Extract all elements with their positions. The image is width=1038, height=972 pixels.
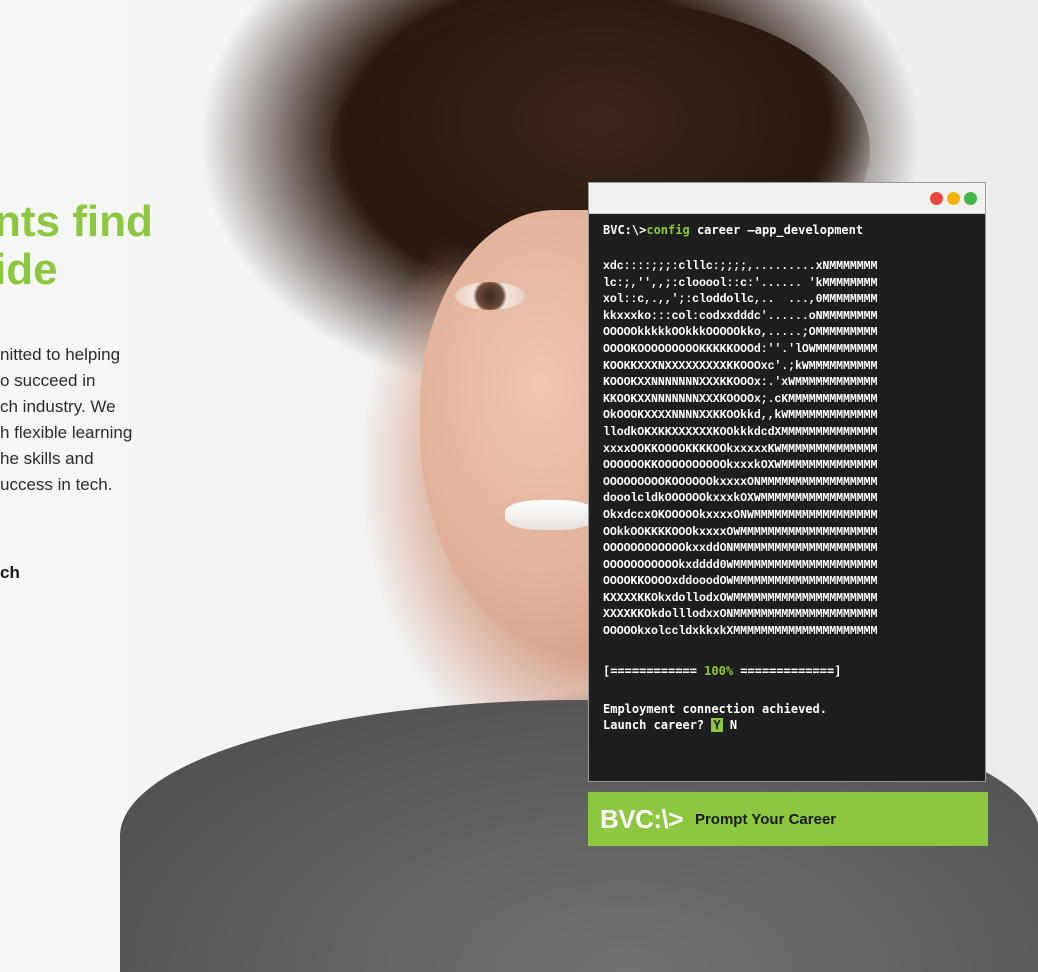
terminal-message: Employment connection achieved. — [603, 701, 827, 716]
ascii-art: xdc::::;;;:clllc:;;;;,.........xNMMMMMMM… — [603, 260, 878, 639]
hero-photo-smile — [505, 500, 595, 530]
prompt-career-banner[interactable]: BVC:\> Prompt Your Career — [588, 792, 988, 846]
prompt-args: career –app_development — [689, 223, 864, 237]
minimize-dot-icon — [947, 192, 960, 205]
bvc-logo: BVC:\> — [600, 803, 683, 834]
progress-percent: 100% — [704, 663, 734, 678]
terminal-title-bar — [589, 183, 985, 214]
progress-left: [============ — [603, 663, 705, 678]
launch-question-text: Launch career? — [603, 717, 712, 732]
progress-right: =============] — [733, 663, 842, 678]
terminal-prompt: BVC:\>config career –app_development — [603, 222, 975, 238]
hero-photo-eye — [455, 282, 525, 310]
prompt-command: config — [646, 223, 690, 237]
hero-title-line-2: ide — [0, 245, 58, 294]
banner-text: Prompt Your Career — [694, 810, 837, 828]
terminal-body: BVC:\>config career –app_development xdc… — [589, 214, 985, 733]
close-dot-icon — [930, 192, 943, 205]
hero-link[interactable]: ch — [0, 563, 20, 583]
launch-question: Launch career? Y N — [603, 717, 975, 733]
progress-bar: [============ 100% =============] — [603, 663, 975, 679]
no-option[interactable]: N — [723, 718, 737, 732]
terminal-window: BVC:\>config career –app_development xdc… — [588, 182, 986, 782]
maximize-dot-icon — [964, 192, 977, 205]
hero-title-line-1: nts find — [0, 197, 153, 246]
prompt-prefix: BVC:\> — [603, 223, 647, 237]
hero-body: nitted to helping o succeed in ch indust… — [0, 345, 133, 494]
yes-option[interactable]: Y — [711, 717, 723, 732]
hero-title: nts find ide — [0, 198, 153, 294]
